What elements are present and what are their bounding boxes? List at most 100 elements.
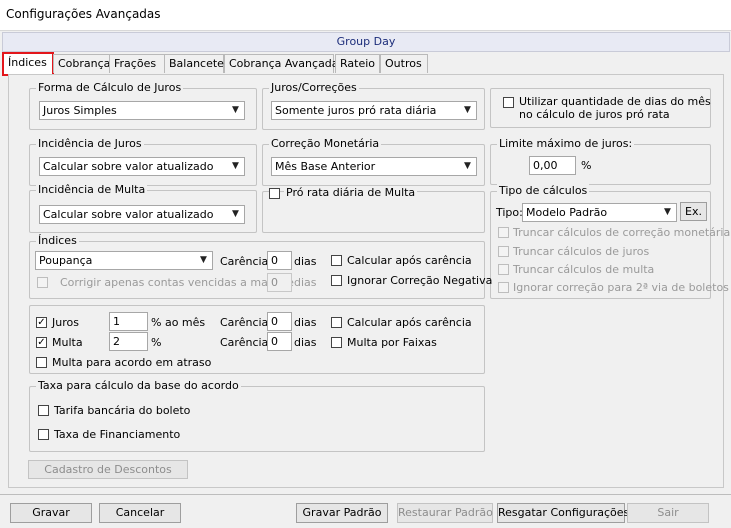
truncar-correcao-checkbox[interactable] — [498, 227, 509, 238]
truncar-multa-checkbox[interactable] — [498, 264, 509, 275]
incidencia-multa-select[interactable]: Calcular sobre valor atualizado ▼ — [39, 205, 245, 224]
juros-correcoes-legend: Juros/Correções — [269, 81, 359, 95]
incidencia-multa-legend: Incidência de Multa — [36, 183, 148, 197]
corrigir-vencidas-checkbox[interactable] — [37, 277, 48, 288]
sair-button[interactable]: Sair — [627, 503, 709, 523]
indices-select[interactable]: Poupança ▼ — [35, 251, 213, 270]
juros-input[interactable]: 1 — [109, 312, 148, 331]
incidencia-juros-group: Incidência de Juros Calcular sobre valor… — [29, 137, 257, 186]
pro-rata-multa-checkbox[interactable] — [269, 188, 280, 199]
taxa-financiamento-label: Taxa de Financiamento — [54, 428, 181, 441]
chevron-down-icon[interactable]: ▼ — [196, 253, 211, 268]
truncar-juros-label: Truncar cálculos de juros — [513, 245, 650, 258]
ignorar-correcao-negativa-label: Ignorar Correção Negativa — [347, 274, 493, 287]
multa-dias-label: dias — [294, 336, 317, 349]
title-bar: Configurações Avançadas — [0, 0, 731, 31]
pro-rata-multa-label: Pró rata diária de Multa — [284, 186, 418, 199]
juros-label: Juros — [52, 316, 79, 329]
utilizar-dias-label-1: Utilizar quantidade de dias do mês — [519, 95, 711, 108]
ignorar-correcao-negativa-checkbox[interactable] — [331, 275, 342, 286]
corrigir-vencidas-label: Corrigir apenas contas vencidas a mais d… — [60, 276, 294, 289]
indices-carencia-input[interactable]: 0 — [267, 251, 292, 270]
correcao-monetaria-select[interactable]: Mês Base Anterior ▼ — [271, 157, 477, 176]
resgatar-configuracoes-button[interactable]: Resgatar Configurações — [497, 503, 629, 523]
tab-fracoes[interactable]: Frações — [109, 54, 166, 73]
multa-carencia-label: Carência: — [220, 336, 272, 349]
tipo-select[interactable]: Modelo Padrão ▼ — [522, 203, 677, 222]
chevron-down-icon[interactable]: ▼ — [228, 159, 243, 174]
tab-cobranca-avancada[interactable]: Cobrança Avançada — [224, 54, 339, 73]
correcao-monetaria-value: Mês Base Anterior — [275, 160, 376, 173]
taxa-legend: Taxa para cálculo da base do acordo — [36, 379, 241, 393]
multa-input[interactable]: 2 — [109, 332, 148, 351]
tab-balancete[interactable]: Balancete — [164, 54, 224, 73]
utilizar-dias-box: Utilizar quantidade de dias do mês no cá… — [490, 88, 711, 128]
tab-rateio[interactable]: Rateio — [335, 54, 380, 73]
cancelar-button[interactable]: Cancelar — [99, 503, 181, 523]
tipo-calculos-legend: Tipo de cálculos — [497, 184, 590, 198]
corrigir-vencidas-input[interactable]: 0 — [267, 273, 292, 292]
chevron-down-icon[interactable]: ▼ — [460, 159, 475, 174]
tarifa-bancaria-label: Tarifa bancária do boleto — [54, 404, 191, 417]
taxa-group: Taxa para cálculo da base do acordo Tari… — [29, 379, 485, 452]
limite-juros-group: Limite máximo de juros: 0,00 % — [490, 137, 711, 185]
juros-carencia-label: Carência: — [220, 316, 272, 329]
limite-juros-unit: % — [581, 159, 592, 172]
juros-calcular-apos-label: Calcular após carência — [347, 316, 472, 329]
utilizar-dias-label-2: no cálculo de juros pró rata — [519, 108, 670, 121]
juros-calcular-apos-checkbox[interactable] — [331, 317, 342, 328]
indices-carencia-label: Carência: — [220, 255, 272, 268]
juros-multa-box: ✓ Juros 1 % ao mês Carência: 0 dias Calc… — [29, 305, 485, 374]
corrigir-vencidas-dias: dias — [294, 276, 317, 289]
multa-acordo-label: Multa para acordo em atraso — [52, 356, 212, 369]
limite-juros-legend: Limite máximo de juros: — [497, 137, 635, 151]
juros-carencia-input[interactable]: 0 — [267, 312, 292, 331]
juros-checkbox[interactable]: ✓ — [36, 317, 47, 328]
indices-legend: Índices — [36, 234, 79, 248]
utilizar-dias-checkbox[interactable] — [503, 97, 514, 108]
tarifa-bancaria-checkbox[interactable] — [38, 405, 49, 416]
multa-carencia-input[interactable]: 0 — [267, 332, 292, 351]
multa-faixas-checkbox[interactable] — [331, 337, 342, 348]
truncar-juros-checkbox[interactable] — [498, 246, 509, 257]
indices-dias-label: dias — [294, 255, 317, 268]
tipo-value: Modelo Padrão — [526, 206, 608, 219]
forma-calculo-group: Forma de Cálculo de Juros Juros Simples … — [29, 81, 257, 130]
restaurar-padrao-button[interactable]: Restaurar Padrão — [397, 503, 493, 523]
tab-cobranca[interactable]: Cobrança — [53, 54, 110, 73]
taxa-financiamento-checkbox[interactable] — [38, 429, 49, 440]
gravar-padrao-button[interactable]: Gravar Padrão — [296, 503, 388, 523]
chevron-down-icon[interactable]: ▼ — [228, 103, 243, 118]
tab-strip: Índices Cobrança Frações Balancete Cobra… — [2, 52, 728, 76]
forma-calculo-value: Juros Simples — [43, 104, 117, 117]
juros-correcoes-value: Somente juros pró rata diária — [275, 104, 437, 117]
chevron-down-icon[interactable]: ▼ — [228, 207, 243, 222]
juros-correcoes-group: Juros/Correções Somente juros pró rata d… — [262, 81, 485, 130]
multa-label: Multa — [52, 336, 83, 349]
limite-juros-input[interactable]: 0,00 — [529, 156, 576, 175]
indices-calcular-apos-checkbox[interactable] — [331, 255, 342, 266]
multa-checkbox[interactable]: ✓ — [36, 337, 47, 348]
forma-calculo-select[interactable]: Juros Simples ▼ — [39, 101, 245, 120]
chevron-down-icon[interactable]: ▼ — [460, 103, 475, 118]
pro-rata-multa-group: Pró rata diária de Multa — [262, 186, 485, 233]
chevron-down-icon[interactable]: ▼ — [660, 205, 675, 220]
tab-outros[interactable]: Outros — [380, 54, 428, 73]
cadastro-descontos-button[interactable]: Cadastro de Descontos — [28, 460, 188, 479]
tab-indices[interactable]: Índices — [2, 52, 54, 76]
correcao-monetaria-group: Correção Monetária Mês Base Anterior ▼ — [262, 137, 485, 186]
ignorar-2via-label: Ignorar correção para 2ª via de boletos — [513, 281, 729, 294]
indices-value: Poupança — [39, 254, 93, 267]
group-label: Group Day — [2, 32, 730, 52]
multa-acordo-checkbox[interactable] — [36, 357, 47, 368]
incidencia-juros-select[interactable]: Calcular sobre valor atualizado ▼ — [39, 157, 245, 176]
ignorar-2via-checkbox[interactable] — [498, 282, 509, 293]
incidencia-multa-value: Calcular sobre valor atualizado — [43, 208, 214, 221]
indices-calcular-apos-label: Calcular após carência — [347, 254, 472, 267]
ex-button[interactable]: Ex. — [680, 202, 707, 221]
truncar-multa-label: Truncar cálculos de multa — [513, 263, 655, 276]
juros-correcoes-select[interactable]: Somente juros pró rata diária ▼ — [271, 101, 477, 120]
window-title: Configurações Avançadas — [6, 7, 161, 21]
incidencia-juros-value: Calcular sobre valor atualizado — [43, 160, 214, 173]
gravar-button[interactable]: Gravar — [10, 503, 92, 523]
